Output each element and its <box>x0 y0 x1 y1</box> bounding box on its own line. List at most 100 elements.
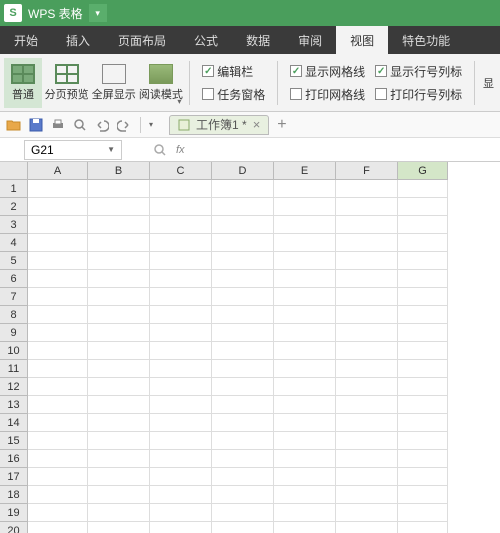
cell[interactable] <box>274 324 336 342</box>
cell[interactable] <box>398 252 448 270</box>
cell[interactable] <box>336 324 398 342</box>
cell[interactable] <box>336 450 398 468</box>
cell[interactable] <box>28 522 88 533</box>
cell[interactable] <box>88 414 150 432</box>
print-icon[interactable] <box>50 117 66 133</box>
cell[interactable] <box>28 504 88 522</box>
menu-特色功能[interactable]: 特色功能 <box>388 26 464 54</box>
cell[interactable] <box>398 486 448 504</box>
title-dropdown[interactable]: ▾ <box>89 4 107 22</box>
cell[interactable] <box>336 252 398 270</box>
cell[interactable] <box>212 288 274 306</box>
cell[interactable] <box>274 342 336 360</box>
row-header-7[interactable]: 7 <box>0 288 28 306</box>
cell[interactable] <box>212 522 274 533</box>
cell[interactable] <box>274 486 336 504</box>
col-header-E[interactable]: E <box>274 162 336 180</box>
col-header-F[interactable]: F <box>336 162 398 180</box>
cell[interactable] <box>88 306 150 324</box>
cell[interactable] <box>336 360 398 378</box>
cell[interactable] <box>28 414 88 432</box>
open-icon[interactable] <box>6 117 22 133</box>
cell[interactable] <box>274 360 336 378</box>
cell[interactable] <box>150 522 212 533</box>
cell[interactable] <box>274 288 336 306</box>
cell[interactable] <box>212 252 274 270</box>
menu-开始[interactable]: 开始 <box>0 26 52 54</box>
edit-bar-checkbox[interactable]: ✓编辑栏 <box>202 63 265 80</box>
menu-公式[interactable]: 公式 <box>180 26 232 54</box>
show-rowcol-checkbox[interactable]: ✓显示行号列标 <box>375 63 462 80</box>
menu-数据[interactable]: 数据 <box>232 26 284 54</box>
page-preview-button[interactable]: 分页预览 <box>44 58 89 108</box>
row-header-1[interactable]: 1 <box>0 180 28 198</box>
cell-grid[interactable] <box>28 180 448 533</box>
cell[interactable] <box>398 342 448 360</box>
row-header-2[interactable]: 2 <box>0 198 28 216</box>
cell[interactable] <box>150 234 212 252</box>
chevron-down-icon[interactable]: ▼ <box>107 145 115 154</box>
cell[interactable] <box>88 234 150 252</box>
cell[interactable] <box>336 270 398 288</box>
cell[interactable] <box>28 198 88 216</box>
cell[interactable] <box>274 396 336 414</box>
cell[interactable] <box>212 486 274 504</box>
cell[interactable] <box>28 378 88 396</box>
cell[interactable] <box>28 234 88 252</box>
cell[interactable] <box>274 180 336 198</box>
chevron-down-icon[interactable]: ▾ <box>149 120 153 129</box>
cell[interactable] <box>150 342 212 360</box>
cell[interactable] <box>398 234 448 252</box>
fx-button[interactable]: fx <box>176 144 185 156</box>
cell[interactable] <box>336 288 398 306</box>
row-header-14[interactable]: 14 <box>0 414 28 432</box>
show-grid-checkbox[interactable]: ✓显示网格线 <box>290 63 365 80</box>
cell[interactable] <box>88 198 150 216</box>
print-rowcol-checkbox[interactable]: 打印行号列标 <box>375 86 462 103</box>
cell[interactable] <box>88 342 150 360</box>
preview-icon[interactable] <box>72 117 88 133</box>
cell[interactable] <box>274 198 336 216</box>
cell[interactable] <box>212 270 274 288</box>
cell[interactable] <box>150 486 212 504</box>
cell[interactable] <box>398 198 448 216</box>
menu-插入[interactable]: 插入 <box>52 26 104 54</box>
cell[interactable] <box>274 432 336 450</box>
cell[interactable] <box>398 216 448 234</box>
cell[interactable] <box>28 486 88 504</box>
cell[interactable] <box>150 270 212 288</box>
row-header-11[interactable]: 11 <box>0 360 28 378</box>
row-header-12[interactable]: 12 <box>0 378 28 396</box>
task-pane-checkbox[interactable]: 任务窗格 <box>202 86 265 103</box>
cell[interactable] <box>212 468 274 486</box>
col-header-A[interactable]: A <box>28 162 88 180</box>
col-header-G[interactable]: G <box>398 162 448 180</box>
cell[interactable] <box>336 180 398 198</box>
cell[interactable] <box>212 360 274 378</box>
cell[interactable] <box>150 450 212 468</box>
cell[interactable] <box>28 252 88 270</box>
row-header-15[interactable]: 15 <box>0 432 28 450</box>
cell[interactable] <box>88 252 150 270</box>
cell[interactable] <box>336 216 398 234</box>
cell[interactable] <box>150 504 212 522</box>
view-normal-button[interactable]: 普通 <box>4 58 42 108</box>
print-grid-checkbox[interactable]: 打印网格线 <box>290 86 365 103</box>
row-header-19[interactable]: 19 <box>0 504 28 522</box>
cell[interactable] <box>150 180 212 198</box>
undo-icon[interactable] <box>94 117 110 133</box>
save-icon[interactable] <box>28 117 44 133</box>
cell[interactable] <box>28 288 88 306</box>
cell[interactable] <box>398 396 448 414</box>
row-header-17[interactable]: 17 <box>0 468 28 486</box>
cell[interactable] <box>212 414 274 432</box>
cell[interactable] <box>28 468 88 486</box>
cell[interactable] <box>150 288 212 306</box>
cell[interactable] <box>398 288 448 306</box>
cell[interactable] <box>274 450 336 468</box>
row-header-8[interactable]: 8 <box>0 306 28 324</box>
cell[interactable] <box>28 342 88 360</box>
cell[interactable] <box>28 432 88 450</box>
cell[interactable] <box>336 468 398 486</box>
cell[interactable] <box>212 234 274 252</box>
